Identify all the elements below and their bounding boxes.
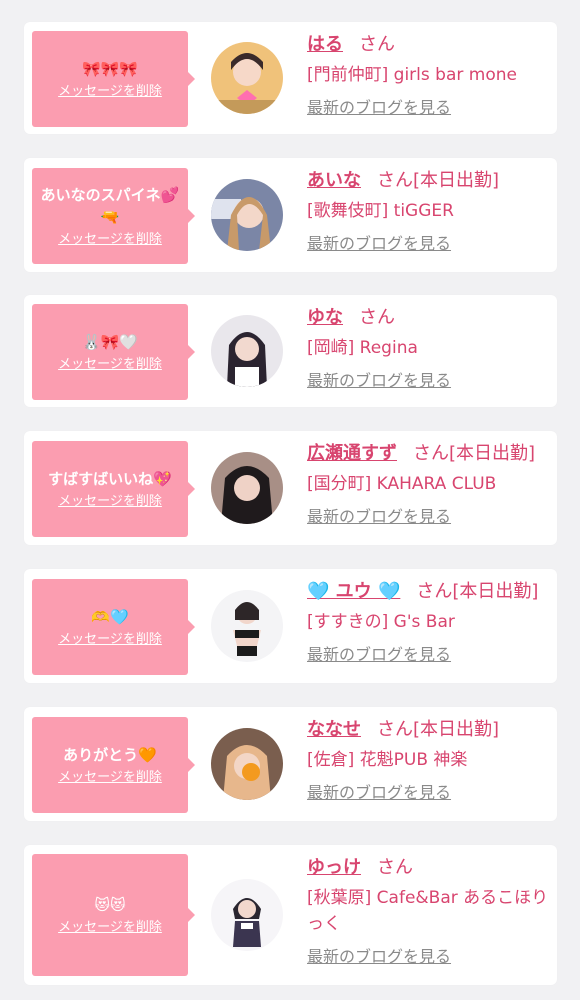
message-card: 🐰🎀🤍 メッセージを削除 ゆな さん [岡崎] Regina 最新のブログを見る bbox=[24, 295, 557, 407]
honorific: さん bbox=[413, 443, 449, 464]
avatar[interactable] bbox=[211, 728, 283, 800]
honorific: さん bbox=[359, 34, 395, 55]
shop-name: [国分町] KAHARA CLUB bbox=[307, 474, 497, 494]
message-bubble: 🐰🎀🤍 メッセージを削除 bbox=[32, 304, 195, 400]
delete-message-link[interactable]: メッセージを削除 bbox=[58, 84, 162, 100]
message-card: ありがとう🧡 メッセージを削除 ななせ さん[本日出勤] [佐倉] 花魁PUB 神… bbox=[24, 707, 557, 821]
latest-blog-link[interactable]: 最新のブログを見る bbox=[307, 98, 451, 118]
delete-message-link[interactable]: メッセージを削除 bbox=[58, 920, 162, 936]
cast-info: ななせ さん[本日出勤] [佐倉] 花魁PUB 神楽 最新のブログを見る bbox=[307, 719, 549, 803]
delete-message-link[interactable]: メッセージを削除 bbox=[58, 232, 162, 248]
message-card: 😻😻 メッセージを削除 ゆっけ さん [秋葉原] Cafe&Bar あるこほりっく… bbox=[24, 845, 557, 985]
message-text: 🎀🎀🎀 bbox=[81, 60, 139, 78]
delete-message-link[interactable]: メッセージを削除 bbox=[58, 357, 162, 373]
honorific: さん bbox=[416, 581, 453, 602]
shop-name: [門前仲町] girls bar mone bbox=[307, 65, 517, 85]
shop-name: [岡崎] Regina bbox=[307, 338, 418, 358]
message-bubble: ありがとう🧡 メッセージを削除 bbox=[32, 717, 195, 813]
honorific: さん bbox=[377, 170, 413, 191]
latest-blog-link[interactable]: 最新のブログを見る bbox=[307, 507, 451, 527]
cast-name-link[interactable]: 広瀬通すず bbox=[307, 443, 397, 464]
attendance-status: [本日出勤] bbox=[413, 170, 500, 191]
cast-name-link[interactable]: 🩵 ユウ 🩵 bbox=[307, 581, 400, 602]
honorific: さん bbox=[377, 857, 413, 878]
message-card: すばすばいいね💖 メッセージを削除 広瀬通すず さん[本日出勤] [国分町] KA… bbox=[24, 431, 557, 545]
shop-name: [すすきの] G's Bar bbox=[307, 612, 455, 632]
avatar[interactable] bbox=[211, 879, 283, 951]
cast-info: あいな さん[本日出勤] [歌舞伎町] tiGGER 最新のブログを見る bbox=[307, 170, 549, 254]
latest-blog-link[interactable]: 最新のブログを見る bbox=[307, 783, 451, 803]
avatar[interactable] bbox=[211, 179, 283, 251]
message-bubble: 🫶🩵 メッセージを削除 bbox=[32, 579, 195, 675]
latest-blog-link[interactable]: 最新のブログを見る bbox=[307, 645, 451, 665]
message-card: 🎀🎀🎀 メッセージを削除 はる さん [門前仲町] girls bar mone … bbox=[24, 22, 557, 134]
cast-name-link[interactable]: はる bbox=[307, 34, 343, 55]
message-text: 🫶🩵 bbox=[91, 608, 129, 626]
message-text: 🐰🎀🤍 bbox=[81, 333, 139, 351]
delete-message-link[interactable]: メッセージを削除 bbox=[58, 632, 162, 648]
attendance-status: [本日出勤] bbox=[413, 719, 500, 740]
delete-message-link[interactable]: メッセージを削除 bbox=[58, 770, 162, 786]
cast-info: 広瀬通すず さん[本日出勤] [国分町] KAHARA CLUB 最新のブログを見… bbox=[307, 443, 549, 527]
avatar[interactable] bbox=[211, 590, 283, 662]
cast-name-link[interactable]: ななせ bbox=[307, 719, 361, 740]
attendance-status: [本日出勤] bbox=[452, 581, 539, 602]
cast-name-link[interactable]: あいな bbox=[307, 170, 361, 191]
cast-info: はる さん [門前仲町] girls bar mone 最新のブログを見る bbox=[307, 34, 549, 118]
cast-name-link[interactable]: ゆな bbox=[307, 307, 343, 328]
cast-name-link[interactable]: ゆっけ bbox=[307, 857, 361, 878]
cast-info: 🩵 ユウ 🩵 さん[本日出勤] [すすきの] G's Bar 最新のブログを見る bbox=[307, 581, 549, 665]
avatar[interactable] bbox=[211, 42, 283, 114]
cast-info: ゆな さん [岡崎] Regina 最新のブログを見る bbox=[307, 307, 549, 391]
message-bubble: すばすばいいね💖 メッセージを削除 bbox=[32, 441, 195, 537]
attendance-status: [本日出勤] bbox=[449, 443, 536, 464]
cast-info: ゆっけ さん [秋葉原] Cafe&Bar あるこほりっく 最新のブログを見る bbox=[307, 857, 549, 967]
latest-blog-link[interactable]: 最新のブログを見る bbox=[307, 371, 451, 391]
message-text: すばすばいいね💖 bbox=[48, 470, 172, 488]
shop-name: [歌舞伎町] tiGGER bbox=[307, 201, 454, 221]
message-bubble: 🎀🎀🎀 メッセージを削除 bbox=[32, 31, 195, 127]
honorific: さん bbox=[359, 307, 395, 328]
message-bubble: あいなのスパイネ💕🔫 メッセージを削除 bbox=[32, 168, 195, 264]
delete-message-link[interactable]: メッセージを削除 bbox=[58, 494, 162, 510]
message-card: あいなのスパイネ💕🔫 メッセージを削除 あいな さん[本日出勤] [歌舞伎町] t… bbox=[24, 158, 557, 272]
latest-blog-link[interactable]: 最新のブログを見る bbox=[307, 947, 451, 967]
message-bubble: 😻😻 メッセージを削除 bbox=[32, 854, 195, 976]
message-text: 😻😻 bbox=[94, 896, 126, 914]
latest-blog-link[interactable]: 最新のブログを見る bbox=[307, 234, 451, 254]
honorific: さん bbox=[377, 719, 413, 740]
message-text: あいなのスパイネ💕🔫 bbox=[40, 186, 180, 226]
avatar[interactable] bbox=[211, 315, 283, 387]
message-card: 🫶🩵 メッセージを削除 🩵 ユウ 🩵 さん[本日出勤] [すすきの] G's Ba… bbox=[24, 569, 557, 683]
message-text: ありがとう🧡 bbox=[63, 746, 157, 764]
shop-name: [秋葉原] Cafe&Bar あるこほりっく bbox=[307, 888, 549, 934]
avatar[interactable] bbox=[211, 452, 283, 524]
shop-name: [佐倉] 花魁PUB 神楽 bbox=[307, 750, 468, 770]
